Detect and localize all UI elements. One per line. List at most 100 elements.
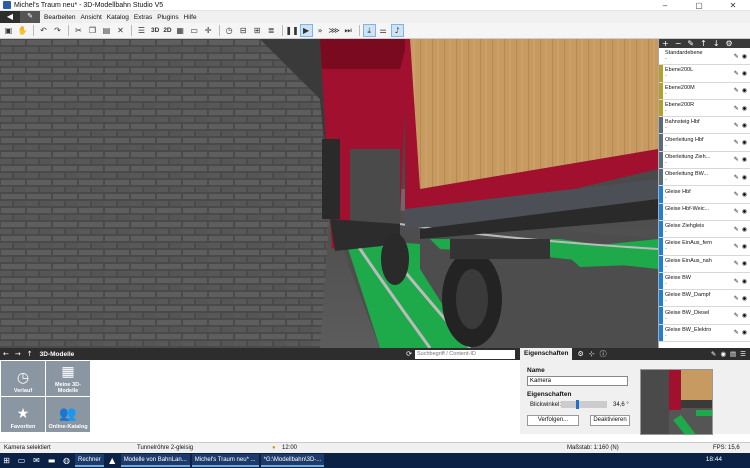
pin-icon[interactable]: ✎ (734, 208, 739, 215)
layer-item[interactable]: Gleise Ziehgleis - ✎ ◉ (659, 220, 750, 239)
menu-katalog[interactable]: Katalog (107, 14, 129, 21)
pin-icon[interactable]: ✎ (734, 243, 739, 250)
task-rechner[interactable]: Rechner (75, 454, 104, 467)
cut-icon[interactable]: ✂ (72, 24, 85, 37)
fast-forward-icon[interactable]: » (314, 24, 327, 37)
mail-icon[interactable]: ✉ (30, 455, 43, 466)
task-modelle[interactable]: Modelle von BahnLan... (120, 454, 190, 467)
slider-thumb[interactable] (576, 400, 579, 409)
pause-icon[interactable]: ❚❚ (285, 24, 298, 37)
pin-icon[interactable]: ✎ (734, 87, 739, 94)
eye-icon[interactable]: ◉ (742, 260, 747, 267)
tile-online-katalog[interactable]: 👥 Online-Katalog (46, 397, 90, 432)
transform-icon[interactable]: ⊹ (589, 350, 595, 358)
back-arrow-icon[interactable]: ← (3, 350, 9, 358)
layer-item[interactable]: Gleise BW_Elektro - ✎ ◉ (659, 324, 750, 343)
eye-icon[interactable]: ◉ (742, 295, 747, 302)
layer-item[interactable]: Oberleitung BW... - ✎ ◉ (659, 169, 750, 187)
eye-icon[interactable]: ◉ (742, 156, 747, 163)
eye-icon[interactable]: ◉ (742, 191, 747, 198)
menu-bearbeiten[interactable]: Bearbeiten (44, 14, 75, 21)
layer-item[interactable]: Gleise Hbf - ✎ ◉ (659, 186, 750, 204)
grid-icon[interactable]: ▦ (174, 24, 187, 37)
undo-icon[interactable]: ↶ (37, 24, 50, 37)
view-2d-button[interactable]: 2D (163, 27, 171, 34)
layer-item[interactable]: Bahnsteig Hbf - ✎ ◉ (659, 117, 750, 135)
save-icon[interactable]: ▣ (2, 24, 15, 37)
tab-eigenschaften[interactable]: Eigenschaften (520, 348, 573, 360)
menu-hilfe[interactable]: Hilfe (184, 14, 197, 21)
tile-favoriten[interactable]: ★ Favoriten (1, 397, 45, 432)
search-input[interactable] (415, 349, 515, 359)
menu-icon[interactable]: ☰ (740, 350, 746, 358)
minimize-button[interactable]: – (648, 1, 682, 10)
pin-icon[interactable]: ✎ (734, 278, 739, 285)
pin-icon[interactable]: ✎ (734, 191, 739, 198)
delete-icon[interactable]: ✕ (114, 24, 127, 37)
eye-icon[interactable]: ◉ (742, 243, 747, 250)
pin-icon[interactable]: ✎ (734, 156, 739, 163)
eye-icon[interactable]: ◉ (742, 226, 747, 233)
layer-item[interactable]: Ebene200L - ✎ ◉ (659, 65, 750, 83)
move-down-icon[interactable]: ↓ (713, 39, 720, 48)
task-studio[interactable]: Michel's Traum neu* ... (191, 454, 259, 467)
redo-icon[interactable]: ↷ (51, 24, 64, 37)
add-layer-icon[interactable]: + (662, 39, 669, 48)
close-button[interactable]: ✕ (716, 1, 750, 10)
list-icon[interactable]: ☰ (135, 24, 148, 37)
windows-start-icon[interactable]: ⊞ (0, 455, 13, 466)
layer-item[interactable]: Oberleitung Zieh... - ✎ ◉ (659, 151, 750, 170)
up-arrow-icon[interactable]: ↑ (27, 350, 33, 358)
taskview-icon[interactable]: ▭ (15, 455, 28, 466)
layer-item[interactable]: Gleise BW_Dampf - ✎ ◉ (659, 290, 750, 308)
layer-item[interactable]: Gleise EinAus_nah - ✎ ◉ (659, 255, 750, 273)
faster-icon[interactable]: ⋙ (328, 24, 341, 37)
name-field[interactable] (527, 376, 628, 386)
camera-icon[interactable]: ▭ (188, 24, 201, 37)
pin-icon[interactable]: ✎ (734, 105, 739, 112)
edit-mode-icon[interactable]: ✎ (20, 11, 40, 23)
view-3d-button[interactable]: 3D (151, 27, 159, 34)
tile-meine-modelle[interactable]: ▦ Meine 3D-Modelle (46, 361, 90, 396)
pin-icon[interactable]: ✎ (734, 122, 739, 129)
clock-icon[interactable]: ◷ (223, 24, 236, 37)
eye-icon[interactable]: ◉ (742, 208, 747, 215)
eye-icon[interactable]: ◉ (742, 122, 747, 129)
menu-extras[interactable]: Extras (134, 14, 152, 21)
eye-icon[interactable]: ◉ (720, 350, 726, 358)
skip-end-icon[interactable]: ⏭ (342, 24, 355, 37)
edit-layer-icon[interactable]: ✎ (687, 39, 694, 48)
layer-item[interactable]: Gleise Hbf-Weic... - ✎ ◉ (659, 203, 750, 221)
pin-icon[interactable]: ✎ (734, 226, 739, 233)
remove-layer-icon[interactable]: − (675, 39, 682, 48)
explorer-icon[interactable]: ▬ (45, 455, 58, 466)
layer-item[interactable]: Standardebene - ✎ ◉ (659, 48, 750, 66)
paste-icon[interactable]: ▤ (100, 24, 113, 37)
layer-item[interactable]: Ebene200M - ✎ ◉ (659, 82, 750, 100)
eye-icon[interactable]: ◉ (742, 87, 747, 94)
gear-icon[interactable]: ⚙ (577, 350, 583, 358)
speaker-icon[interactable]: ♪ (390, 24, 404, 37)
play-icon[interactable]: ▶ (299, 24, 313, 37)
forward-arrow-icon[interactable]: → (15, 350, 21, 358)
pin-icon[interactable]: ✎ (734, 295, 739, 302)
copy-icon[interactable]: ❐ (86, 24, 99, 37)
pin-icon[interactable]: ✎ (734, 70, 739, 77)
firefox-icon[interactable]: ◍ (60, 455, 73, 466)
back-icon[interactable]: ◀ (0, 11, 20, 23)
tile-verlauf[interactable]: ◷ Verlauf (1, 361, 45, 396)
pin-icon[interactable]: ✎ (734, 139, 739, 146)
eye-icon[interactable]: ◉ (742, 139, 747, 146)
follow-button[interactable]: Verfolgen... (527, 415, 579, 426)
layers-icon[interactable]: ≣ (265, 24, 278, 37)
eye-icon[interactable]: ◉ (742, 70, 747, 77)
download-icon[interactable]: ⤓ (362, 24, 376, 37)
layer-item[interactable]: Gleise BW - ✎ ◉ (659, 272, 750, 291)
task-notepad[interactable]: *G:\Modellbahn\3D-... (260, 454, 325, 467)
lock-icon[interactable]: ▤ (730, 350, 736, 358)
media-icon[interactable]: ▲ (106, 455, 119, 466)
measure-icon[interactable]: ⊟ (237, 24, 250, 37)
layer-item[interactable]: Oberleitung Hbf - ✎ ◉ (659, 134, 750, 152)
menu-plugins[interactable]: Plugins (157, 14, 178, 21)
deactivate-button[interactable]: Deaktivieren (590, 415, 630, 426)
